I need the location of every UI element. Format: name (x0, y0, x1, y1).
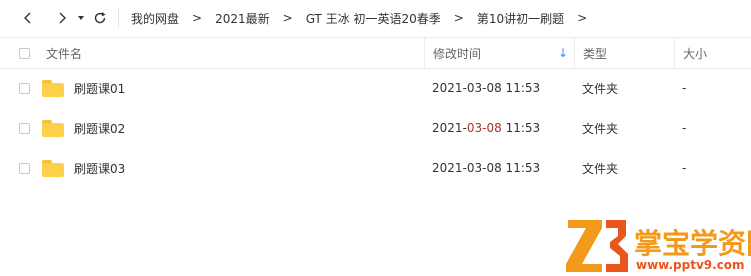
file-type: 文件夹 (582, 121, 619, 136)
chevron-left-icon (24, 12, 31, 24)
file-name[interactable]: 刷题课02 (74, 120, 125, 137)
toolbar: 我的网盘 > 2021最新 > GT 王冰 初一英语20春季 > 第10讲初一刷… (0, 0, 751, 36)
column-size-label: 大小 (683, 46, 708, 61)
row-checkbox[interactable] (19, 122, 30, 134)
refresh-button[interactable] (88, 6, 112, 30)
folder-icon (42, 159, 64, 177)
file-name[interactable]: 刷题课01 (74, 80, 125, 97)
caret-down-icon (78, 16, 84, 20)
breadcrumb-separator: > (282, 11, 293, 25)
breadcrumb-separator: > (453, 11, 464, 25)
breadcrumb-item-2021[interactable]: 2021最新 (211, 10, 274, 27)
refresh-icon (94, 12, 106, 24)
row-checkbox[interactable] (19, 162, 30, 174)
file-row[interactable]: 刷题课02 2021-03-08 11:53 文件夹 - (0, 108, 751, 148)
column-size[interactable]: 大小 (674, 38, 751, 68)
file-modified-date: 2021-03-08 11:53 (432, 121, 541, 135)
file-type: 文件夹 (582, 81, 619, 96)
column-type-label: 类型 (583, 46, 608, 61)
select-all-checkbox[interactable] (19, 47, 30, 59)
file-row[interactable]: 刷题课01 2021-03-08 11:53 文件夹 - (0, 68, 751, 108)
logo-mark-icon (566, 220, 628, 272)
breadcrumb-item-root[interactable]: 我的网盘 (127, 10, 183, 27)
history-dropdown-button[interactable] (74, 6, 88, 30)
folder-icon (42, 79, 64, 97)
file-modified-date: 2021-03-08 11:53 (432, 161, 541, 175)
breadcrumb-item-course[interactable]: GT 王冰 初一英语20春季 (302, 10, 445, 27)
file-name[interactable]: 刷题课03 (74, 160, 125, 177)
file-list-header: 文件名 修改时间 ↓ 类型 大小 (0, 37, 751, 69)
row-checkbox[interactable] (19, 82, 30, 94)
file-modified-date: 2021-03-08 11:53 (432, 81, 541, 95)
folder-icon (42, 119, 64, 137)
column-name-label: 文件名 (46, 46, 83, 61)
toolbar-divider (118, 8, 119, 28)
chevron-right-icon (59, 12, 66, 24)
breadcrumb-separator: > (192, 11, 203, 25)
watermark-title: 掌宝学资网 (634, 227, 751, 260)
column-date[interactable]: 修改时间 ↓ (424, 38, 574, 68)
file-size: - (682, 81, 687, 95)
column-date-label: 修改时间 (433, 46, 482, 61)
file-type: 文件夹 (582, 161, 619, 176)
file-row[interactable]: 刷题课03 2021-03-08 11:53 文件夹 - (0, 148, 751, 188)
column-type[interactable]: 类型 (574, 38, 674, 68)
breadcrumb-item-current[interactable]: 第10讲初一刷题 (473, 10, 568, 27)
watermark-logo: 掌宝学资网 www.pptv9.com (562, 214, 751, 276)
forward-button[interactable] (50, 6, 74, 30)
sort-down-icon[interactable]: ↓ (558, 46, 568, 60)
file-size: - (682, 161, 687, 175)
file-size: - (682, 121, 687, 135)
watermark-url: www.pptv9.com (636, 258, 745, 272)
breadcrumb: 我的网盘 > 2021最新 > GT 王冰 初一英语20春季 > 第10讲初一刷… (127, 10, 596, 27)
back-button[interactable] (16, 6, 40, 30)
breadcrumb-separator[interactable]: > (568, 11, 596, 25)
column-name[interactable]: 文件名 (0, 38, 424, 68)
